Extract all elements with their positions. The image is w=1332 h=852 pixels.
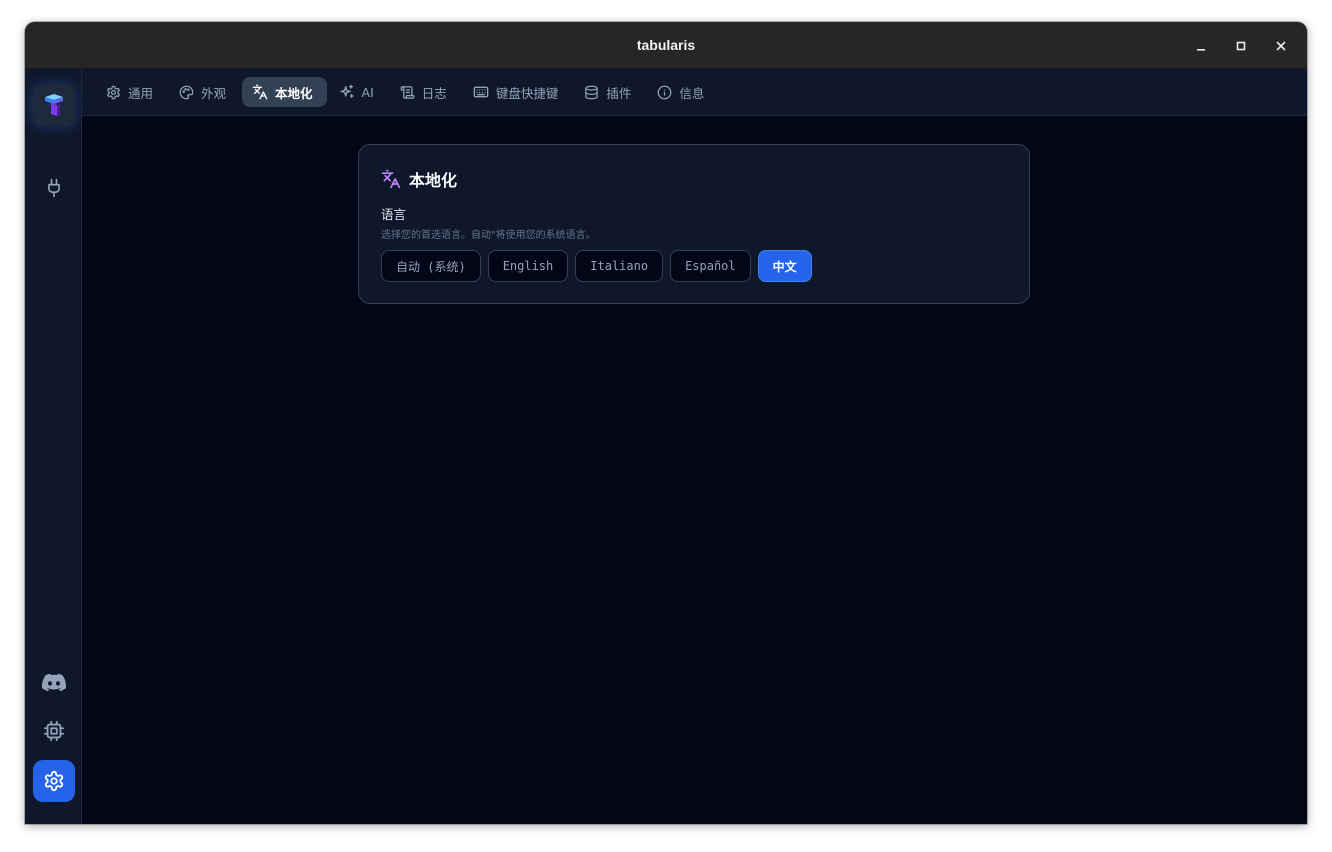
- connections-button[interactable]: [33, 167, 75, 209]
- title-bar: tabularis: [25, 22, 1307, 69]
- tab-info[interactable]: 信息: [647, 77, 718, 107]
- maximize-icon: [1236, 41, 1246, 50]
- app-logo-button[interactable]: [33, 84, 75, 126]
- tab-localization[interactable]: 本地化: [242, 77, 327, 107]
- settings-content: 本地化 语言 选择您的首选语言。自动"将使用您的系统语言。 自动 (系统) En…: [82, 116, 1307, 824]
- cpu-icon: [43, 720, 65, 742]
- minimize-icon: [1197, 48, 1205, 51]
- tab-label: 插件: [606, 85, 632, 101]
- card-header: 本地化: [381, 167, 457, 191]
- tab-ai[interactable]: AI: [329, 77, 388, 107]
- info-icon: [657, 85, 672, 100]
- sidebar: [25, 69, 82, 824]
- discord-button[interactable]: [33, 662, 75, 704]
- scroll-icon: [400, 85, 415, 100]
- tab-plugins[interactable]: 插件: [574, 77, 645, 107]
- translate-icon: [381, 169, 401, 189]
- language-option-chinese[interactable]: 中文: [757, 250, 812, 282]
- tab-general[interactable]: 通用: [96, 77, 167, 107]
- tab-label: 通用: [128, 85, 154, 101]
- translate-icon: [252, 84, 268, 100]
- palette-icon: [179, 85, 194, 100]
- settings-button[interactable]: [33, 760, 75, 802]
- language-option-auto[interactable]: 自动 (系统): [381, 250, 481, 282]
- app-window: tabularis 通用 外观 本地化 AI 日志 键盘快捷键 插件 信息 本地…: [25, 22, 1307, 824]
- tab-label: 本地化: [275, 85, 313, 101]
- language-description: 选择您的首选语言。自动"将使用您的系统语言。: [381, 230, 596, 241]
- language-label: 语言: [381, 207, 407, 222]
- sparkles-icon: [339, 84, 355, 100]
- close-button[interactable]: [1261, 22, 1301, 69]
- language-option-espanol[interactable]: Español: [670, 250, 751, 282]
- discord-icon: [42, 673, 67, 692]
- tab-label: 信息: [679, 85, 705, 101]
- gear-icon: [44, 770, 64, 792]
- settings-tabs: 通用 外观 本地化 AI 日志 键盘快捷键 插件 信息: [82, 69, 1307, 116]
- tab-label: 日志: [421, 85, 447, 101]
- tab-shortcuts[interactable]: 键盘快捷键: [463, 77, 573, 107]
- close-icon: [1276, 41, 1286, 50]
- language-option-italiano[interactable]: Italiano: [575, 250, 664, 282]
- language-options: 自动 (系统) English Italiano Español 中文: [381, 250, 819, 282]
- tab-logs[interactable]: 日志: [390, 77, 461, 107]
- minimize-button[interactable]: [1181, 22, 1221, 69]
- tabularis-logo-icon: [45, 94, 63, 116]
- localization-card: 本地化 语言 选择您的首选语言。自动"将使用您的系统语言。 自动 (系统) En…: [358, 144, 1030, 304]
- maximize-button[interactable]: [1221, 22, 1261, 69]
- tab-label: 键盘快捷键: [495, 85, 559, 101]
- keyboard-icon: [473, 84, 489, 100]
- tab-label: AI: [361, 84, 374, 100]
- window-title: tabularis: [636, 37, 696, 53]
- card-title: 本地化: [409, 171, 458, 190]
- tab-appearance[interactable]: 外观: [169, 77, 240, 107]
- tab-label: 外观: [201, 85, 227, 101]
- window-controls: [1181, 22, 1301, 69]
- gear-icon: [106, 85, 121, 100]
- system-button[interactable]: [33, 710, 75, 752]
- database-icon: [584, 85, 599, 100]
- plug-icon: [48, 178, 60, 198]
- language-option-english[interactable]: English: [487, 250, 569, 282]
